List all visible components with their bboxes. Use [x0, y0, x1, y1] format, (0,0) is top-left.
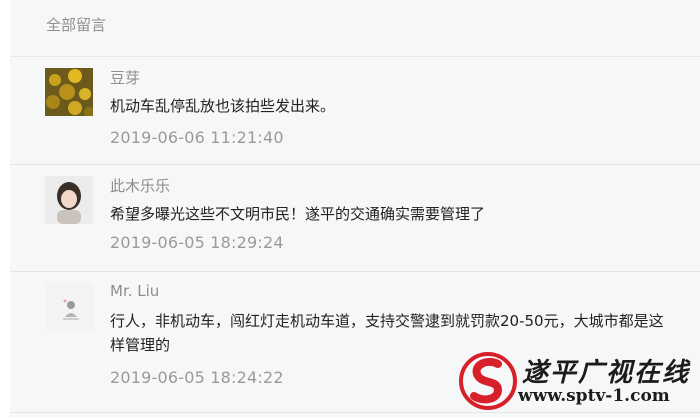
avatar-sketch-image	[45, 283, 93, 331]
comment-author[interactable]: 此木乐乐	[110, 175, 170, 196]
comment-text: 希望多曝光这些不文明市民！遂平的交通确实需要管理了	[110, 205, 486, 223]
avatar[interactable]	[45, 176, 93, 224]
comments-header: 全部留言	[10, 0, 700, 57]
station-watermark: 遂平广视在线 www.sptv-1.com	[458, 350, 700, 412]
avatar-flowers-image	[45, 68, 93, 116]
comment-time: 2019-06-05 18:24:22	[110, 368, 284, 387]
avatar[interactable]	[45, 283, 93, 331]
comment-author[interactable]: Mr. Liu	[110, 282, 159, 300]
watermark-url: www.sptv-1.com	[518, 386, 670, 406]
watermark-title: 遂平广视在线	[522, 358, 691, 388]
avatar[interactable]	[45, 68, 93, 116]
comment-item: 豆芽 机动车乱停乱放也该拍些发出来。 2019-06-06 11:21:40	[10, 57, 700, 165]
comment-text: 机动车乱停乱放也该拍些发出来。	[110, 97, 336, 115]
avatar-portrait-image	[45, 176, 93, 224]
section-title: 全部留言	[46, 16, 107, 34]
comment-author[interactable]: 豆芽	[110, 67, 140, 88]
comment-item: 此木乐乐 希望多曝光这些不文明市民！遂平的交通确实需要管理了 2019-06-0…	[10, 165, 700, 272]
comment-time: 2019-06-06 11:21:40	[110, 128, 284, 147]
station-logo-icon	[459, 352, 517, 410]
comment-time: 2019-06-05 18:29:24	[110, 233, 284, 252]
